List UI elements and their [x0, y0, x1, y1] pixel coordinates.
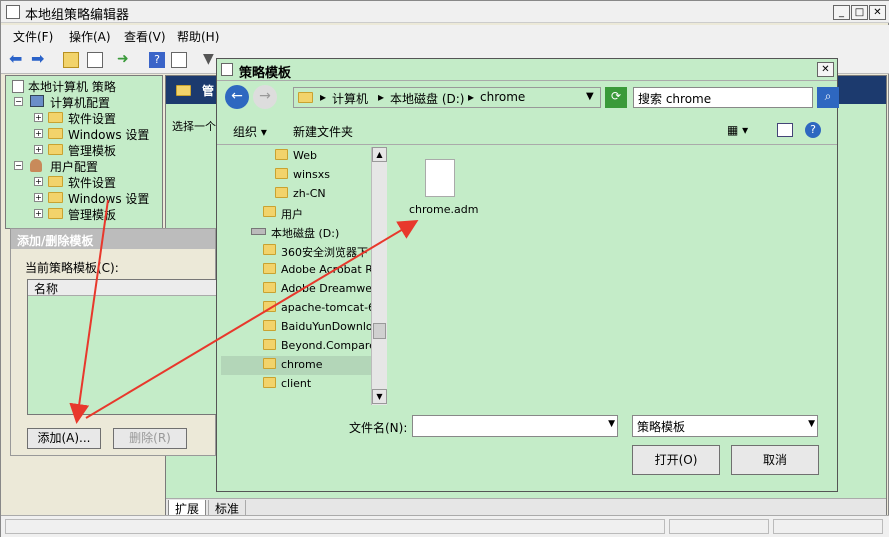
arrow-to-add-button — [69, 199, 109, 424]
annotation-arrows — [69, 199, 419, 424]
arrow-to-chrome-adm — [85, 219, 419, 419]
